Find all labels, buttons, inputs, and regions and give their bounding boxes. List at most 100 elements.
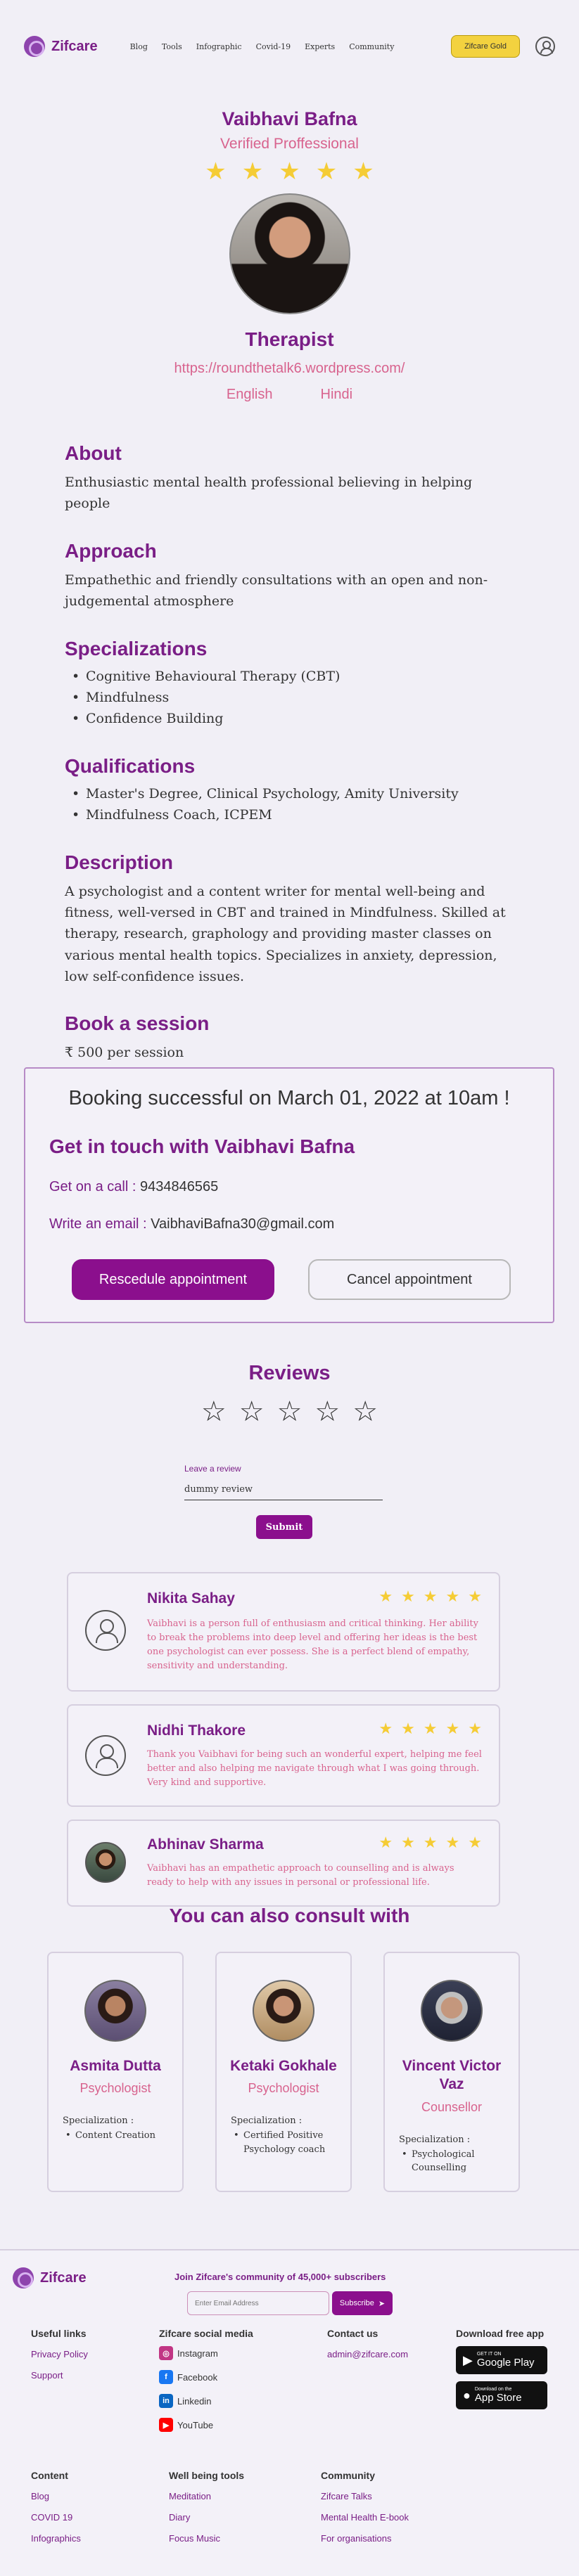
ebook-link[interactable]: Mental Health E-book (321, 2512, 409, 2523)
list-item: Confidence Building (65, 708, 514, 730)
google-play-icon: ▶ (463, 2352, 473, 2367)
reschedule-button[interactable]: Rescedule appointment (72, 1259, 274, 1300)
zifcare-logo-icon (13, 2267, 34, 2288)
star-icon: ★ (378, 1720, 393, 1737)
meditation-link[interactable]: Meditation (169, 2491, 211, 2501)
linkedin-label: Linkedin (177, 2395, 212, 2407)
facebook-icon: f (159, 2370, 173, 2384)
star-outline-icon[interactable]: ☆ (314, 1398, 340, 1426)
star-outline-icon[interactable]: ☆ (239, 1398, 265, 1426)
approach-section: Approach Empathethic and friendly consul… (0, 540, 579, 612)
user-account-icon[interactable] (535, 37, 555, 56)
star-icon: ★ (445, 1588, 460, 1605)
focus-music-link[interactable]: Focus Music (169, 2533, 220, 2544)
subscribe-button[interactable]: Subscribe ➤ (332, 2291, 393, 2315)
nav-covid[interactable]: Covid-19 (256, 42, 291, 51)
footer-logo[interactable]: Zifcare (13, 2267, 87, 2288)
google-play-text: GET IT ON Google Play (477, 2352, 535, 2369)
google-play-button[interactable]: ▶ GET IT ON Google Play (456, 2346, 547, 2374)
expert-card[interactable]: Ketaki Gokhale Psychologist Specializati… (215, 1952, 352, 2192)
instagram-icon: ◎ (159, 2346, 173, 2360)
linkedin-link[interactable]: in Linkedin (159, 2394, 211, 2408)
app-store-button[interactable]: ● Download on the App Store (456, 2381, 547, 2409)
brand-name: Zifcare (51, 38, 98, 54)
youtube-link[interactable]: ▶ YouTube (159, 2418, 213, 2432)
review-input[interactable] (184, 1479, 383, 1500)
star-icon: ★ (468, 1588, 482, 1605)
expert-card[interactable]: Vincent Victor Vaz Counsellor Specializa… (383, 1952, 520, 2192)
nav-community[interactable]: Community (349, 42, 394, 51)
cancel-appointment-button[interactable]: Cancel appointment (308, 1259, 511, 1300)
book-section: Book a session ₹ 500 per session (0, 1012, 579, 1063)
list-item: Content Creation (63, 2129, 174, 2143)
review-stars: ★ ★ ★ ★ ★ (378, 1589, 482, 1604)
subscribe-label: Subscribe (339, 2299, 374, 2307)
linkedin-icon: in (159, 2394, 173, 2408)
page: Zifcare Blog Tools Infographic Covid-19 … (0, 0, 579, 2576)
logo[interactable]: Zifcare (24, 36, 98, 57)
newsletter-text: Join Zifcare's community of 45,000+ subs… (174, 2272, 386, 2282)
newsletter-email-input[interactable] (187, 2291, 329, 2315)
review-text: Vaibhavi has an empathetic approach to c… (147, 1863, 454, 1888)
star-icon: ★ (378, 1834, 393, 1851)
phone-number[interactable]: 9434846565 (140, 1179, 218, 1194)
expert-name: Asmita Dutta (70, 2058, 161, 2074)
list-item: Psychological Counselling (399, 2148, 510, 2175)
consult-title: You can also consult with (169, 1905, 410, 1926)
app-store-text: Download on the App Store (475, 2387, 522, 2404)
star-icon: ★ (378, 1588, 393, 1605)
nav-blog[interactable]: Blog (130, 42, 148, 51)
verified-label: Verified Proffessional (220, 136, 359, 152)
wellbeing-title: Well being tools (169, 2470, 245, 2481)
email-address[interactable]: VaibhaviBafna30@gmail.com (151, 1216, 334, 1232)
nav-tools[interactable]: Tools (162, 42, 182, 51)
specialization-label: Specialization : (63, 2115, 134, 2127)
review-text: Vaibhavi is a person full of enthusiasm … (147, 1618, 478, 1672)
expert-role: Psychologist (79, 2081, 151, 2096)
zifcare-talks-link[interactable]: Zifcare Talks (321, 2491, 372, 2501)
review-stars: ★ ★ ★ ★ ★ (378, 1721, 482, 1737)
expert-card[interactable]: Asmita Dutta Psychologist Specialization… (47, 1952, 184, 2192)
description-section: Description A psychologist and a content… (0, 851, 579, 988)
about-text: Enthusiastic mental health professional … (65, 475, 473, 512)
diary-link[interactable]: Diary (169, 2512, 190, 2523)
social-title: Zifcare social media (159, 2328, 253, 2339)
nav-infographic[interactable]: Infographic (196, 42, 242, 51)
youtube-label: YouTube (177, 2419, 214, 2430)
review-card: Nikita Sahay ★ ★ ★ ★ ★ Vaibhavi is a person … (67, 1572, 500, 1692)
organisations-link[interactable]: For organisations (321, 2533, 391, 2544)
submit-review-button[interactable]: Submit (256, 1515, 312, 1539)
star-outline-icon[interactable]: ☆ (277, 1398, 303, 1426)
google-play-small: GET IT ON (476, 2352, 502, 2357)
list-item: Mindfulness (65, 687, 514, 709)
expert-role: Therapist (245, 328, 334, 350)
phone-row: Get on a call : 9434846565 (49, 1179, 553, 1195)
reviewer-name: Nikita Sahay (147, 1590, 235, 1606)
nav-experts[interactable]: Experts (305, 42, 335, 51)
specialization-list: Content Creation (63, 2129, 174, 2143)
star-icon: ★ (423, 1720, 438, 1737)
profile-header: Vaibhavi Bafna Verified Proffessional ★ … (0, 108, 579, 403)
star-icon: ★ (468, 1720, 482, 1737)
approach-text: Empathethic and friendly consultations w… (65, 572, 488, 610)
contact-email-link[interactable]: admin@zifcare.com (327, 2349, 408, 2359)
specializations-list: Cognitive Behavioural Therapy (CBT) Mind… (65, 666, 514, 730)
zifcare-gold-button[interactable]: Zifcare Gold (451, 35, 520, 58)
description-title: Description (65, 851, 174, 873)
footer-infographics-link[interactable]: Infographics (31, 2533, 81, 2544)
instagram-link[interactable]: ◎ Instagram (159, 2346, 218, 2360)
footer-blog-link[interactable]: Blog (31, 2491, 49, 2501)
facebook-label: Facebook (177, 2371, 218, 2383)
footer-covid-link[interactable]: COVID 19 (31, 2512, 72, 2523)
support-link[interactable]: Support (31, 2370, 63, 2381)
footer-brand-name: Zifcare (40, 2269, 87, 2286)
facebook-link[interactable]: f Facebook (159, 2370, 217, 2384)
review-stars: ★ ★ ★ ★ ★ (378, 1835, 482, 1850)
star-outline-icon[interactable]: ☆ (201, 1398, 227, 1426)
privacy-policy-link[interactable]: Privacy Policy (31, 2349, 88, 2359)
expert-website-link[interactable]: https://roundthetalk6.wordpress.com/ (0, 361, 579, 377)
booking-actions: Rescedule appointment Cancel appointment (72, 1259, 553, 1300)
expert-avatar (421, 1980, 483, 2042)
star-outline-icon[interactable]: ☆ (352, 1398, 378, 1426)
expert-role: Psychologist (248, 2081, 319, 2096)
